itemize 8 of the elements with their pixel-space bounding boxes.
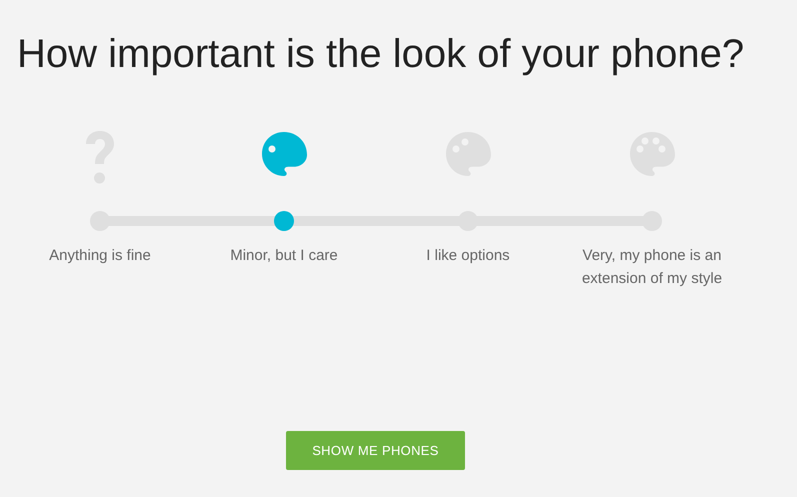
option-label: I like options [425, 246, 511, 266]
option-label: Anything is fine [48, 246, 152, 266]
question-title: How important is the look of your phone? [17, 31, 744, 78]
slider-stop[interactable] [274, 211, 294, 231]
option-label: Minor, but I care [229, 246, 339, 266]
option-label: Very, my phone is an extension of my style [580, 246, 724, 289]
palette-icon [260, 130, 308, 179]
show-phones-button[interactable]: SHOW ME PHONES [286, 431, 465, 470]
